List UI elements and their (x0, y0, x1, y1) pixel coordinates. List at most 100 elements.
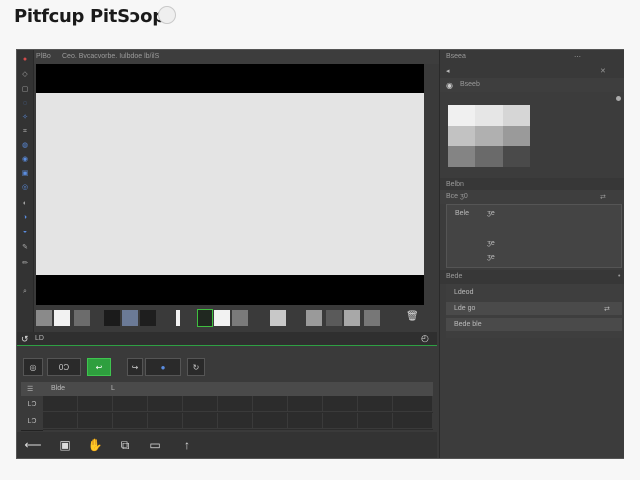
layer-row[interactable]: ʒe (447, 237, 623, 250)
adjust-dot-icon[interactable]: • (618, 273, 620, 280)
time-display-button[interactable]: 0Ɔ (47, 358, 81, 376)
layer-item: ʒe (487, 210, 495, 217)
layer-row[interactable]: ʒe (447, 251, 623, 264)
track-cell[interactable] (323, 396, 358, 412)
brush-tool-icon[interactable]: ▣ (20, 168, 30, 178)
layer-row[interactable]: Bele ʒe (447, 207, 623, 220)
layer-label: Bele (455, 210, 470, 217)
thumbnail[interactable] (176, 310, 180, 326)
track-cell[interactable] (253, 413, 288, 429)
track-cell[interactable] (113, 413, 148, 429)
adjust-row[interactable]: Bede ble (446, 318, 622, 331)
thumbnail[interactable] (344, 310, 360, 326)
track-cell[interactable] (218, 413, 253, 429)
thumbnail[interactable] (74, 310, 90, 326)
close-dot-icon[interactable]: ● (20, 54, 30, 64)
thumbnail-selected[interactable] (197, 309, 213, 327)
thumbnail[interactable] (306, 310, 322, 326)
eye-icon[interactable]: ◉ (446, 81, 453, 90)
color-swatch-grid[interactable] (448, 105, 530, 167)
window-icon[interactable]: ▭ (147, 437, 163, 453)
thumbnail[interactable] (104, 310, 120, 326)
track-cell[interactable] (218, 396, 253, 412)
track-cell[interactable] (43, 396, 78, 412)
track-cell[interactable] (288, 413, 323, 429)
text-tool-icon[interactable]: ✏ (20, 258, 30, 268)
status-circle-icon[interactable] (158, 6, 176, 24)
track-cell[interactable] (78, 396, 113, 412)
layers-menu-icon[interactable]: ⇄ (600, 193, 606, 201)
thumbnail[interactable] (232, 310, 248, 326)
collapse-icon[interactable]: ◂ (446, 67, 450, 75)
lasso-tool-icon[interactable]: ◌ (20, 98, 30, 108)
track-cell[interactable] (393, 396, 433, 412)
close-icon[interactable]: ✕ (600, 67, 606, 75)
track-cell[interactable] (43, 413, 78, 429)
wand-tool-icon[interactable]: ✧ (20, 112, 30, 122)
document-tab-label[interactable]: PlBo (36, 53, 51, 60)
crop-tool-icon[interactable]: ⌗ (20, 126, 30, 136)
zoom-tool-icon[interactable]: ⌕ (20, 286, 30, 296)
adjust-panel-title: Bede (446, 273, 463, 280)
track-cell[interactable] (358, 396, 393, 412)
tools-toolbar: ● ◇ ▢ ◌ ✧ ⌗ ◍ ◉ ▣ ◎ ◐ ◑ ◒ ✎ ✏ ⌕ (17, 50, 34, 332)
arrow-up-icon[interactable]: ↑ (179, 437, 195, 453)
track-header-label: Blde (51, 385, 66, 392)
gradient-tool-icon[interactable]: ◒ (20, 226, 30, 236)
track-cell[interactable] (288, 396, 323, 412)
document-tab-bar[interactable]: PlBo Ceo. Bvcacvorbe. Iulbdoe lb/ilS (34, 50, 439, 64)
rotate-icon[interactable]: ↺ (21, 334, 29, 345)
adjust-panel-header: Bede • (440, 270, 624, 284)
play-button[interactable]: ↩ (87, 358, 111, 376)
thumbnail[interactable] (140, 310, 156, 326)
canvas-area[interactable] (36, 93, 424, 275)
track-cell[interactable] (113, 396, 148, 412)
settings-small-icon[interactable]: ◴ (421, 333, 429, 344)
thumbnail[interactable] (122, 310, 138, 326)
track-cell[interactable] (78, 413, 113, 429)
panel-subheader: ◂ ✕ (440, 64, 624, 78)
document-tab-name: Ceo. Bvcacvorbe. Iulbdoe lb/ilS (62, 53, 160, 60)
track-cell[interactable] (183, 396, 218, 412)
track-cell[interactable] (323, 413, 358, 429)
hand-icon[interactable]: ✋ (87, 437, 103, 453)
adjust-menu-icon[interactable]: ⇄ (604, 305, 610, 313)
history-tool-icon[interactable]: ◐ (20, 198, 30, 208)
loop-button[interactable]: ↻ (187, 358, 205, 376)
move-tool-icon[interactable]: ◇ (20, 69, 30, 79)
track-header: ☰ Blde L (21, 382, 433, 396)
track-cell[interactable] (253, 396, 288, 412)
frame-button[interactable]: ↪ (127, 358, 143, 376)
track-cell[interactable] (393, 413, 433, 429)
track-cell[interactable] (358, 413, 393, 429)
option-dot-icon[interactable] (616, 96, 621, 101)
track-grid[interactable]: LƆ LƆ (21, 396, 433, 431)
thumbnail[interactable] (36, 310, 52, 326)
pen-tool-icon[interactable]: ✎ (20, 242, 30, 252)
panel-menu-icon[interactable]: ⋯ (574, 53, 581, 61)
layers-icon[interactable]: ⧉ (117, 437, 133, 453)
thumbnail[interactable] (214, 310, 230, 326)
adjust-row[interactable]: Lde ɡo ⇄ (446, 302, 622, 315)
track-cell[interactable] (148, 396, 183, 412)
arrow-left-icon[interactable]: ⟵ (24, 437, 41, 453)
adjust-row[interactable]: Ldeod (446, 286, 622, 299)
record-button[interactable]: ◎ (23, 358, 43, 376)
stamp-tool-icon[interactable]: ◎ (20, 182, 30, 192)
trash-icon[interactable]: 🗑 (406, 311, 419, 322)
menu-icon[interactable]: ☰ (27, 385, 33, 393)
eyedropper-tool-icon[interactable]: ◍ (20, 140, 30, 150)
keyframe-button[interactable]: ● (145, 358, 181, 376)
thumbnail-strip: 🗑 (34, 306, 439, 332)
heal-tool-icon[interactable]: ◉ (20, 154, 30, 164)
track-cell[interactable] (183, 413, 218, 429)
thumbnail[interactable] (326, 310, 342, 326)
eraser-tool-icon[interactable]: ◑ (20, 212, 30, 222)
thumbnail[interactable] (364, 310, 380, 326)
layers-panel-title: Belbn (446, 181, 464, 188)
marquee-tool-icon[interactable]: ▢ (20, 84, 30, 94)
thumbnail[interactable] (270, 310, 286, 326)
frame-icon[interactable]: ▣ (57, 437, 73, 453)
track-cell[interactable] (148, 413, 183, 429)
thumbnail[interactable] (54, 310, 70, 326)
